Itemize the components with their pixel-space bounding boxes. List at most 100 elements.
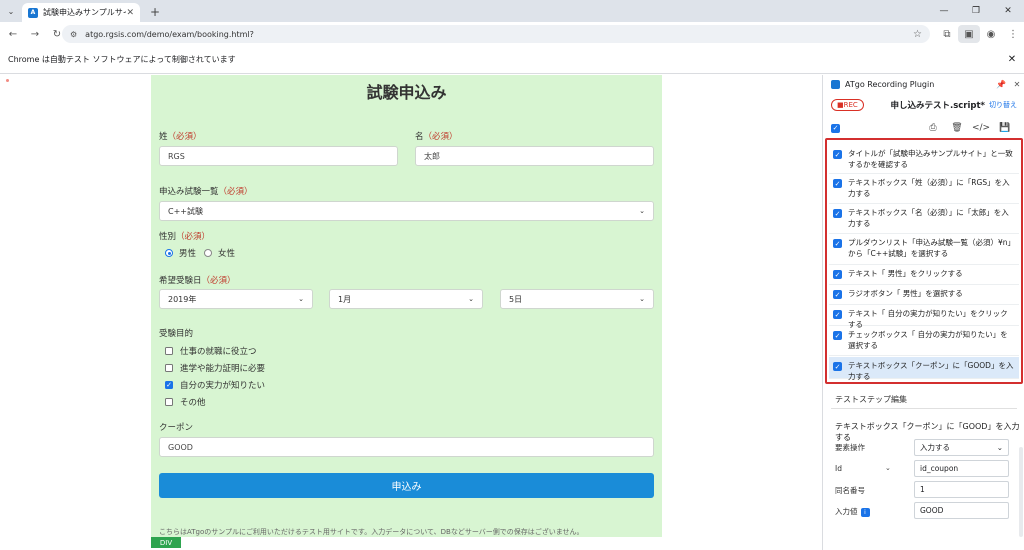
exam-select[interactable]: C++試験 ⌄ xyxy=(159,201,654,221)
first-name-input[interactable]: 太郎 xyxy=(415,146,654,166)
forward-icon[interactable]: → xyxy=(26,25,44,43)
step-item-selected[interactable]: ✓ テキストボックス「クーポン」に「GOOD」を入力する xyxy=(829,357,1019,381)
panel-close-icon[interactable]: ✕ xyxy=(1009,80,1024,89)
year-select-value: 2019年 xyxy=(168,294,197,304)
plugin-status-row: ■REC 申し込みテスト.script* 切り替え xyxy=(823,97,1024,113)
year-select[interactable]: 2019年 ⌄ xyxy=(159,289,313,309)
month-select[interactable]: 1月 ⌄ xyxy=(329,289,483,309)
bookmark-star-icon[interactable]: ☆ xyxy=(913,29,922,40)
atgo-plugin-panel: ATgo Recording Plugin 📌 ✕ ■REC 申し込みテスト.s… xyxy=(822,75,1024,550)
day-select[interactable]: 5日 ⌄ xyxy=(500,289,654,309)
step-item[interactable]: ✓ テキストボックス「姓（必須）」に「RGS」を入力する xyxy=(829,174,1019,204)
coupon-label: クーポン xyxy=(159,423,194,433)
purpose-checkbox-3[interactable]: その他 xyxy=(165,396,206,408)
panel-scrollbar[interactable] xyxy=(1019,447,1023,537)
purpose-checkbox-1[interactable]: 進学や能力証明に必要 xyxy=(165,362,265,374)
step-checkbox[interactable]: ✓ xyxy=(833,209,842,218)
restore-icon[interactable]: ❐ xyxy=(960,0,992,22)
purpose-label: 受験目的 xyxy=(159,329,194,339)
purpose-label-3[interactable]: その他 xyxy=(180,396,206,408)
checkbox-empty-icon xyxy=(165,347,173,355)
minimize-icon[interactable]: — xyxy=(928,0,960,22)
id-type-chevron-icon[interactable]: ⌄ xyxy=(885,464,891,472)
step-item[interactable]: ✓ テキストボックス「名（必須）」に「太郎」を入力する xyxy=(829,204,1019,234)
infobar-close-icon[interactable]: ✕ xyxy=(1000,54,1024,65)
chevron-down-icon: ⌄ xyxy=(639,207,645,215)
profile-icon[interactable]: ◉ xyxy=(980,25,1002,43)
index-label: 同名番号 xyxy=(835,486,865,495)
step-item[interactable]: ✓ テキスト「 自分の実力が知りたい」をクリックする xyxy=(829,305,1019,329)
coupon-input[interactable]: GOOD xyxy=(159,437,654,457)
input-value-label: 入力値 i xyxy=(835,506,870,517)
last-name-input[interactable]: RGS xyxy=(159,146,398,166)
new-tab-icon[interactable]: + xyxy=(147,4,163,20)
operation-select[interactable]: 入力する ⌄ xyxy=(914,439,1009,456)
step-item[interactable]: ✓ タイトルが「試験申込みサンプルサイト」と一致するかを確認する xyxy=(829,145,1019,174)
screenshot-icon[interactable]: ⎙ xyxy=(921,123,945,133)
switch-link[interactable]: 切り替え xyxy=(989,100,1017,110)
step-checkbox[interactable]: ✓ xyxy=(833,310,842,319)
booking-form: 試験申込み 姓（必須） RGS 名（必須） 太郎 申込み試験一覧（必須） C++… xyxy=(151,75,662,537)
gender-female-label[interactable]: 女性 xyxy=(218,247,235,259)
automation-infobar: Chrome は自動テスト ソフトウェアによって制御されています ✕ xyxy=(0,46,1024,74)
toolbar-right: ⧉ ▣ ◉ ⋮ xyxy=(936,25,1024,43)
step-item[interactable]: ✓ テキスト「 男性」をクリックする xyxy=(829,265,1019,285)
chevron-down-icon: ⌄ xyxy=(639,295,645,303)
window-controls: — ❐ ✕ xyxy=(928,0,1024,22)
browser-toolbar: ← → ↻ ⚙ atgo.rgsis.com/demo/exam/booking… xyxy=(0,22,1024,46)
step-checkbox[interactable]: ✓ xyxy=(833,239,842,248)
submit-button[interactable]: 申込み xyxy=(159,473,654,498)
purpose-label-1[interactable]: 進学や能力証明に必要 xyxy=(180,362,265,374)
step-item[interactable]: ✓ チェックボックス「 自分の実力が知りたい」を選択する xyxy=(829,326,1019,356)
info-icon[interactable]: i xyxy=(860,507,870,517)
plugin-toolbar: ✓ ⎙ 🗑 </> 💾 xyxy=(823,119,1024,137)
purpose-checkbox-0[interactable]: 仕事の就職に役立つ xyxy=(165,345,257,357)
back-icon[interactable]: ← xyxy=(4,25,22,43)
site-favicon-icon: A xyxy=(28,7,38,18)
status-dot xyxy=(6,79,9,82)
site-info-icon[interactable]: ⚙ xyxy=(70,30,77,39)
tab-search-icon[interactable]: ⌄ xyxy=(3,3,19,19)
chevron-down-icon: ⌄ xyxy=(298,295,304,303)
gender-male-radio[interactable]: 男性 xyxy=(165,247,196,259)
date-label: 希望受験日（必須） xyxy=(159,276,236,286)
pin-icon[interactable]: 📌 xyxy=(993,80,1009,89)
step-checkbox[interactable]: ✓ xyxy=(833,290,842,299)
delete-icon[interactable]: 🗑 xyxy=(945,123,969,133)
rec-badge[interactable]: ■REC xyxy=(831,99,864,111)
window-close-icon[interactable]: ✕ xyxy=(992,0,1024,22)
step-checkbox[interactable]: ✓ xyxy=(833,179,842,188)
purpose-checkbox-2[interactable]: ✓ 自分の実力が知りたい xyxy=(165,379,265,391)
step-checkbox[interactable]: ✓ xyxy=(833,150,842,159)
chevron-down-icon: ⌄ xyxy=(468,295,474,303)
side-panel-icon[interactable]: ▣ xyxy=(958,25,980,43)
browser-tab[interactable]: A 試験申込みサンプルサイト ✕ xyxy=(22,3,140,22)
gender-male-label[interactable]: 男性 xyxy=(179,247,196,259)
step-item[interactable]: ✓ プルダウンリスト「申込み試験一覧（必須）¥n」から「C++試験」を選択する xyxy=(829,234,1019,265)
save-icon[interactable]: 💾 xyxy=(993,123,1017,133)
gender-label: 性別（必須） xyxy=(159,232,211,242)
code-icon[interactable]: </> xyxy=(969,123,993,133)
purpose-label-2[interactable]: 自分の実力が知りたい xyxy=(180,379,265,391)
form-title: 試験申込み xyxy=(366,83,447,102)
select-all-checkbox[interactable]: ✓ xyxy=(831,123,840,133)
gender-female-radio[interactable]: 女性 xyxy=(204,247,235,259)
step-item[interactable]: ✓ ラジオボタン「 男性」を選択する xyxy=(829,285,1019,305)
index-input[interactable]: 1 xyxy=(914,481,1009,498)
step-checkbox[interactable]: ✓ xyxy=(833,331,842,340)
plugin-header: ATgo Recording Plugin 📌 ✕ xyxy=(823,75,1024,93)
menu-icon[interactable]: ⋮ xyxy=(1002,25,1024,43)
extensions-icon[interactable]: ⧉ xyxy=(936,25,958,43)
input-value-field[interactable]: GOOD xyxy=(914,502,1009,519)
atgo-logo-icon xyxy=(831,79,840,89)
web-page: 試験申込み 姓（必須） RGS 名（必須） 太郎 申込み試験一覧（必須） C++… xyxy=(0,75,822,550)
first-name-label: 名（必須） xyxy=(415,132,458,142)
step-checkbox[interactable]: ✓ xyxy=(833,362,842,371)
step-checkbox[interactable]: ✓ xyxy=(833,270,842,279)
id-input[interactable]: id_coupon xyxy=(914,460,1009,477)
purpose-label-0[interactable]: 仕事の就職に役立つ xyxy=(180,345,257,357)
tab-close-icon[interactable]: ✕ xyxy=(126,8,134,18)
script-name: 申し込みテスト.script* xyxy=(890,101,985,111)
div-badge: DIV xyxy=(151,537,181,548)
address-bar[interactable]: ⚙ atgo.rgsis.com/demo/exam/booking.html?… xyxy=(62,25,930,43)
